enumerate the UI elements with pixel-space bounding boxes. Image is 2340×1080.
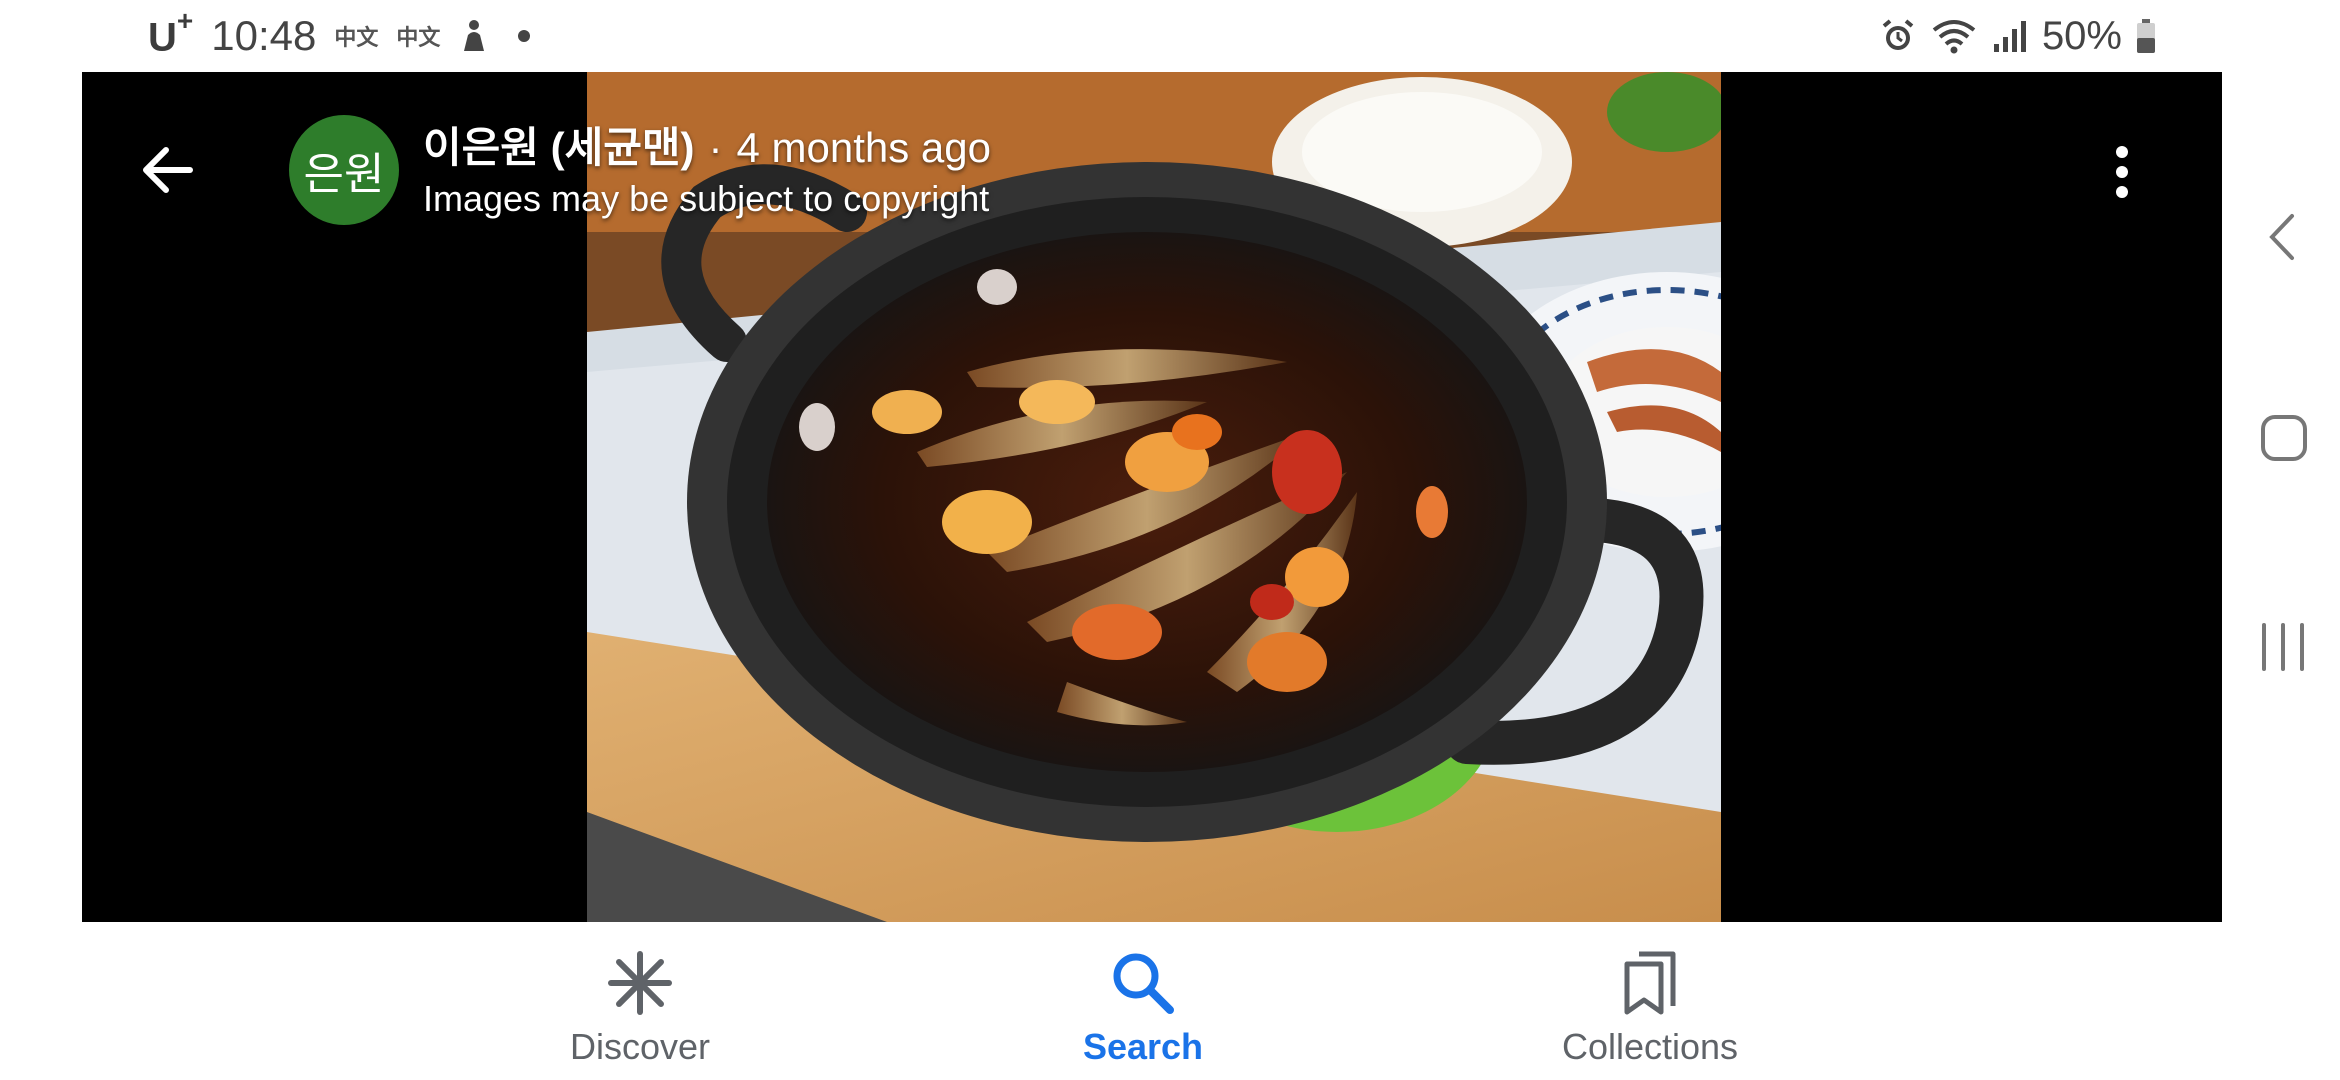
author-name[interactable]: 이은원 (세균맨): [423, 124, 694, 171]
more-notifications-dot: [518, 30, 531, 42]
asterisk-icon: [608, 951, 672, 1015]
author-avatar[interactable]: 은원: [289, 115, 399, 225]
battery-icon: [2137, 19, 2155, 53]
nav-discover-label: Discover: [569, 1026, 711, 1067]
nav-collections-label: Collections: [1561, 1026, 1739, 1067]
wifi-icon: [1932, 20, 1976, 54]
nav-discover[interactable]: Discover: [490, 922, 790, 1080]
battery-percent: 50%: [2041, 13, 2122, 58]
system-home-icon[interactable]: [2260, 414, 2308, 462]
status-right: 50%: [1880, 8, 2156, 64]
avatar-text: 은원: [303, 150, 385, 199]
bottom-navigation: Discover Search Collections: [0, 922, 2340, 1080]
collections-icon: [1624, 951, 1676, 1015]
status-bar: U+ 10:48 中文 中文 50%: [0, 0, 2340, 72]
copyright-notice: Images may be subject to copyright: [423, 178, 990, 219]
nav-collections[interactable]: Collections: [1500, 922, 1800, 1080]
status-left: U+ 10:48 中文 中文: [148, 5, 531, 64]
image-viewer[interactable]: 은원 이은원 (세균맨) · 4 months ago Images may be …: [82, 72, 2222, 922]
search-icon: [1113, 953, 1174, 1014]
nav-search[interactable]: Search: [993, 922, 1293, 1080]
nav-search-label: Search: [1082, 1026, 1204, 1067]
figure-notification-icon: [464, 20, 485, 51]
signal-icon: [1993, 21, 2026, 52]
system-recents-icon[interactable]: [2258, 622, 2308, 672]
posted-time: 4 months ago: [736, 124, 991, 171]
clock: 10:48: [211, 12, 317, 59]
separator-dot: ·: [708, 124, 723, 171]
carrier-label: U+: [148, 5, 194, 60]
system-back-icon[interactable]: [2266, 212, 2296, 262]
back-arrow-icon[interactable]: [136, 138, 200, 202]
author-line: 이은원 (세균맨) · 4 months ago: [423, 114, 991, 175]
alarm-icon: [1882, 19, 1914, 50]
more-options-icon[interactable]: [2102, 142, 2142, 202]
notification-text-1: 中文: [334, 25, 379, 50]
viewer-top-bar: 은원 이은원 (세균맨) · 4 months ago Images may be …: [82, 72, 2222, 272]
notification-text-2: 中文: [396, 25, 441, 50]
